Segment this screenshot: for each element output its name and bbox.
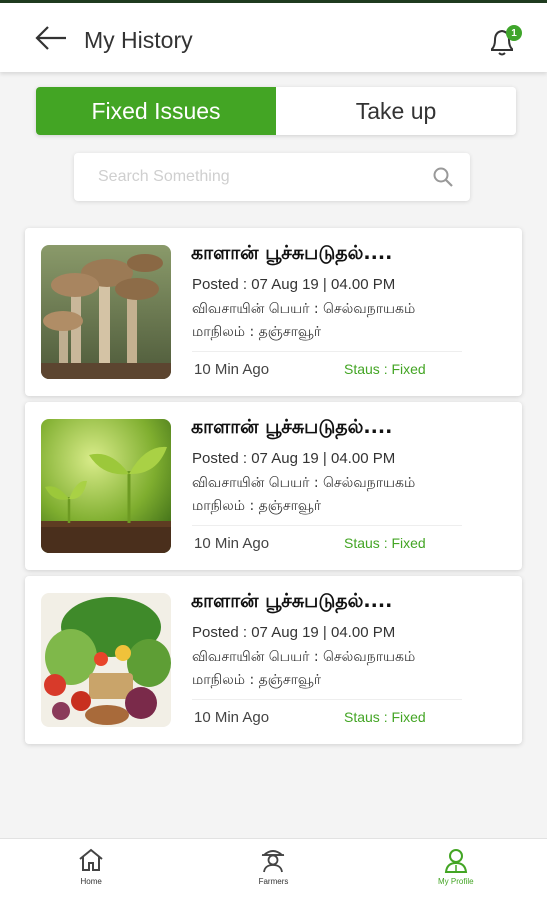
profile-icon [444,849,467,873]
issue-card[interactable]: காளான் பூச்சுபடுதல்.... Posted : 07 Aug … [25,402,522,570]
status-label: Staus : Fixed [344,361,426,377]
history-tabs: Fixed Issues Take up [36,87,516,135]
farmer-icon [262,850,285,873]
time-ago: 10 Min Ago [194,709,270,726]
nav-home-label: Home [80,877,102,886]
district-name: மாநிலம் : தஞ்சாவூர் [192,498,322,514]
nav-my-profile-label: My Profile [438,877,474,886]
issue-card[interactable]: காளான் பூச்சுபடுதல்.... Posted : 07 Aug … [25,228,522,396]
vegetables-image [41,593,171,727]
tab-take-up[interactable]: Take up [276,87,516,135]
posted-date: Posted : 07 Aug 19 | 04.00 PM [192,276,396,293]
card-divider [192,525,462,526]
bottom-navigation: Home Farmers My Profile [0,838,547,900]
top-app-bar: My History 1 [0,0,547,72]
issue-title: காளான் பூச்சுபடுதல்.... [191,416,393,438]
nav-farmers-label: Farmers [258,877,289,886]
district-name: மாநிலம் : தஞ்சாவூர் [192,672,322,688]
notification-badge: 1 [506,25,522,41]
status-label: Staus : Fixed [344,535,426,551]
mushrooms-image [41,245,171,379]
issue-title: காளான் பூச்சுபடுதல்.... [191,242,393,264]
search-icon[interactable] [432,166,454,188]
page-title: My History [84,27,193,53]
farmer-name: விவசாயின் பெயர் : செல்வநாயகம் [192,475,416,491]
farmer-name: விவசாயின் பெயர் : செல்வநாயகம் [192,649,416,665]
status-label: Staus : Fixed [344,709,426,725]
nav-my-profile[interactable]: My Profile [365,839,547,900]
issue-title: காளான் பூச்சுபடுதல்.... [191,590,393,612]
seedlings-image [41,419,171,553]
posted-date: Posted : 07 Aug 19 | 04.00 PM [192,450,396,467]
posted-date: Posted : 07 Aug 19 | 04.00 PM [192,624,396,641]
tab-fixed-issues[interactable]: Fixed Issues [36,87,276,135]
card-divider [192,351,462,352]
farmer-name: விவசாயின் பெயர் : செல்வநாயகம் [192,301,416,317]
time-ago: 10 Min Ago [194,361,270,378]
search-bar [74,153,470,201]
home-icon [79,848,103,871]
search-input[interactable] [98,165,418,189]
arrow-left-icon[interactable] [34,25,68,51]
nav-farmers[interactable]: Farmers [182,839,364,900]
nav-home[interactable]: Home [0,839,182,900]
issue-card[interactable]: காளான் பூச்சுபடுதல்.... Posted : 07 Aug … [25,576,522,744]
card-divider [192,699,462,700]
district-name: மாநிலம் : தஞ்சாவூர் [192,324,322,340]
time-ago: 10 Min Ago [194,535,270,552]
